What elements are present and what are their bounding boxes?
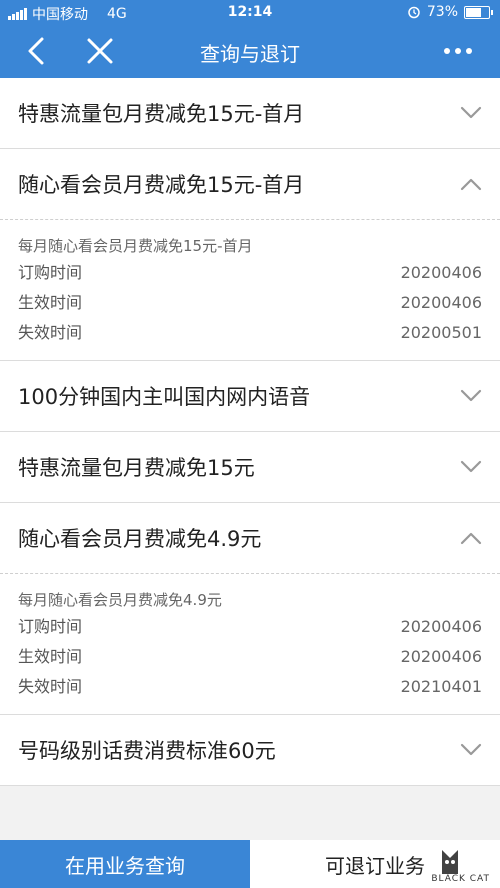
more-button[interactable] <box>438 32 478 70</box>
top-bar: 中国移动 4G 12:14 73% 查询与退订 <box>0 0 500 78</box>
service-item: 特惠流量包月费减免15元 <box>0 432 500 503</box>
chevron-down-icon <box>460 743 482 756</box>
bottom-tabs: 在用业务查询 可退订业务 BLACK CAT <box>0 840 500 888</box>
more-dots-icon <box>444 48 450 54</box>
detail-label: 生效时间 <box>18 647 83 666</box>
service-item-details: 每月随心看会员月费减免15元-首月 订购时间 20200406 生效时间 2020040… <box>0 219 500 360</box>
detail-row: 生效时间 20200406 <box>18 642 482 672</box>
detail-value: 20210401 <box>400 677 482 696</box>
detail-label: 失效时间 <box>18 677 83 696</box>
chevron-up-icon <box>460 178 482 191</box>
battery-percent: 73% <box>426 4 458 20</box>
service-item: 号码级别话费消费标准60元 <box>0 715 500 786</box>
service-item-header[interactable]: 100分钟国内主叫国内网内语音 <box>0 361 500 431</box>
detail-label: 订购时间 <box>18 263 83 282</box>
watermark-label: BLACK CAT <box>431 874 490 884</box>
service-item-subtitle: 每月随心看会员月费减免4.9元 <box>18 591 222 609</box>
service-item-title: 100分钟国内主叫国内网内语音 <box>18 385 311 409</box>
service-item-header[interactable]: 随心看会员月费减免15元-首月 <box>0 149 500 219</box>
detail-value: 20200406 <box>400 647 482 666</box>
service-item-details: 每月随心看会员月费减免4.9元 订购时间 20200406 生效时间 20200406 失… <box>0 573 500 714</box>
chevron-down-icon <box>460 460 482 473</box>
detail-value: 20200406 <box>400 617 482 636</box>
service-item-header[interactable]: 号码级别话费消费标准60元 <box>0 715 500 785</box>
tab-active-services[interactable]: 在用业务查询 <box>0 840 250 888</box>
service-item-title: 特惠流量包月费减免15元 <box>18 456 255 480</box>
detail-value: 20200406 <box>400 263 482 282</box>
detail-row: 失效时间 20200501 <box>18 318 482 348</box>
service-item: 100分钟国内主叫国内网内语音 <box>0 361 500 432</box>
chevron-up-icon <box>460 532 482 545</box>
chevron-down-icon <box>460 389 482 402</box>
detail-label: 失效时间 <box>18 323 83 342</box>
service-item: 随心看会员月费减免4.9元每月随心看会员月费减免4.9元 订购时间 20200406… <box>0 503 500 715</box>
service-item-header[interactable]: 随心看会员月费减免4.9元 <box>0 503 500 573</box>
service-item-title: 特惠流量包月费减免15元-首月 <box>18 102 305 126</box>
detail-value: 20200406 <box>400 293 482 312</box>
battery-icon <box>464 5 493 19</box>
nav-bar: 查询与退订 <box>0 24 500 78</box>
service-item-title: 号码级别话费消费标准60元 <box>18 739 276 763</box>
detail-row: 失效时间 20210401 <box>18 672 482 702</box>
service-item-subtitle: 每月随心看会员月费减免15元-首月 <box>18 237 253 255</box>
detail-label: 订购时间 <box>18 617 83 636</box>
detail-row: 订购时间 20200406 <box>18 258 482 288</box>
service-item-title: 随心看会员月费减免4.9元 <box>18 527 262 551</box>
detail-value: 20200501 <box>400 323 482 342</box>
service-item-header[interactable]: 特惠流量包月费减免15元-首月 <box>0 78 500 148</box>
chevron-down-icon <box>460 106 482 119</box>
service-item-header[interactable]: 特惠流量包月费减免15元 <box>0 432 500 502</box>
service-list: 特惠流量包月费减免15元-首月 随心看会员月费减免15元-首月每月随心看会员月费减… <box>0 78 500 786</box>
service-item: 特惠流量包月费减免15元-首月 <box>0 78 500 149</box>
detail-row: 订购时间 20200406 <box>18 612 482 642</box>
detail-row: 生效时间 20200406 <box>18 288 482 318</box>
alarm-icon <box>408 6 420 19</box>
detail-label: 生效时间 <box>18 293 83 312</box>
status-bar: 中国移动 4G 12:14 73% <box>0 0 500 24</box>
page-title: 查询与退订 <box>200 42 300 66</box>
service-item: 随心看会员月费减免15元-首月每月随心看会员月费减免15元-首月 订购时间 2020… <box>0 149 500 361</box>
service-item-title: 随心看会员月费减免15元-首月 <box>18 173 305 197</box>
